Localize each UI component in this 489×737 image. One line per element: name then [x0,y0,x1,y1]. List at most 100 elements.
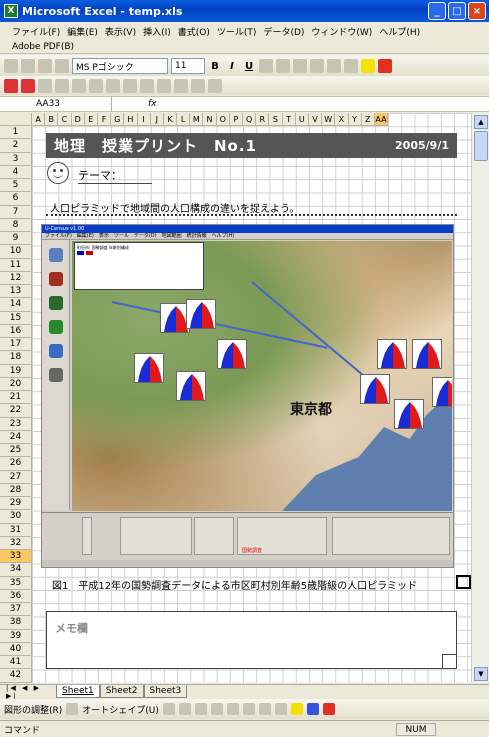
row-header[interactable]: 15 [0,311,32,325]
row-header[interactable]: 12 [0,271,32,285]
tab-nav-arrows[interactable]: |◀ ◀ ▶ ▶| [0,684,56,700]
row-header[interactable]: 7 [0,205,32,219]
italic-button[interactable]: I [225,61,239,72]
row-header[interactable]: 32 [0,536,32,550]
sort-icon[interactable] [157,78,171,93]
new-icon[interactable] [4,59,18,73]
redo-icon[interactable] [140,78,154,93]
save-icon[interactable] [38,59,52,73]
active-cell[interactable] [456,575,471,589]
row-header[interactable]: 42 [0,669,32,683]
menu-help[interactable]: ヘルプ(H) [379,25,420,38]
column-header[interactable]: S [269,113,283,126]
column-header[interactable]: J [150,113,164,126]
menu-view[interactable]: 表示(V) [105,25,136,38]
row-header[interactable]: 6 [0,192,32,206]
zoom-icon[interactable] [208,78,222,93]
row-header[interactable]: 23 [0,417,32,431]
row-header[interactable]: 24 [0,430,32,444]
autoshape-menu[interactable]: オートシェイプ(U) [82,703,159,716]
row-header[interactable]: 26 [0,457,32,471]
row-header[interactable]: 17 [0,338,32,352]
maximize-button[interactable]: □ [448,2,466,20]
fill-color-icon[interactable] [361,59,375,73]
column-header[interactable]: B [45,113,59,126]
font-name-select[interactable]: MS Pゴシック [72,58,168,74]
row-header[interactable]: 39 [0,629,32,643]
align-left-icon[interactable] [259,59,273,73]
row-header[interactable]: 18 [0,351,32,365]
preview-icon[interactable] [55,78,69,93]
column-header[interactable]: I [137,113,151,126]
column-header[interactable]: A [32,113,46,126]
bold-button[interactable]: B [208,61,222,72]
row-header[interactable]: 40 [0,642,32,656]
row-header[interactable]: 20 [0,377,32,391]
minimize-button[interactable]: _ [428,2,446,20]
undo-icon[interactable] [123,78,137,93]
row-header[interactable]: 31 [0,523,32,537]
column-header[interactable]: H [124,113,138,126]
row-header[interactable]: 19 [0,364,32,378]
align-center-icon[interactable] [276,59,290,73]
embedded-screenshot[interactable]: U-Census v1.00 ファイル(F) 編集(E) 表示 ツール データ(… [41,224,454,568]
row-header[interactable]: 25 [0,444,32,458]
row-header[interactable]: 36 [0,589,32,603]
row-header[interactable]: 4 [0,165,32,179]
column-header[interactable]: G [111,113,125,126]
line-color-icon[interactable] [306,703,319,715]
oval-icon[interactable] [210,703,223,715]
name-box[interactable]: AA33 [0,96,112,112]
column-header[interactable]: M [190,113,204,126]
scroll-down-icon[interactable]: ▼ [474,667,488,681]
pdf-icon[interactable] [4,78,18,93]
clipart-icon[interactable] [258,703,271,715]
column-header[interactable]: U [295,113,309,126]
column-header[interactable]: Y [348,113,362,126]
row-header[interactable]: 10 [0,245,32,259]
row-header[interactable]: 30 [0,510,32,524]
row-header[interactable]: 16 [0,324,32,338]
pdf-mail-icon[interactable] [21,78,35,93]
row-header[interactable]: 2 [0,139,32,153]
column-header[interactable]: Q [243,113,257,126]
row-header[interactable]: 27 [0,470,32,484]
column-header[interactable]: R [256,113,270,126]
vertical-scrollbar[interactable]: ▲ ▼ [471,113,489,683]
borders-icon[interactable] [344,59,358,73]
menu-tools[interactable]: ツール(T) [217,25,257,38]
rectangle-icon[interactable] [194,703,207,715]
row-header[interactable]: 13 [0,285,32,299]
column-header[interactable]: D [71,113,85,126]
scroll-thumb[interactable] [474,131,488,161]
row-header[interactable]: 9 [0,232,32,246]
cut-icon[interactable] [72,78,86,93]
align-right-icon[interactable] [293,59,307,73]
copy-icon[interactable] [89,78,103,93]
row-header[interactable]: 28 [0,483,32,497]
row-header[interactable]: 3 [0,152,32,166]
row-header[interactable]: 37 [0,603,32,617]
menu-insert[interactable]: 挿入(I) [143,25,171,38]
row-header[interactable]: 1 [0,126,32,140]
tab-sheet3[interactable]: Sheet3 [143,685,188,698]
column-header[interactable]: O [216,113,230,126]
column-header[interactable]: F [97,113,112,126]
row-header[interactable]: 22 [0,404,32,418]
draw-menu[interactable]: 図形の調整(R) [4,703,62,716]
merge-center-icon[interactable] [310,59,324,73]
column-header[interactable]: E [84,113,98,126]
menu-window[interactable]: ウィンドウ(W) [311,25,372,38]
column-header[interactable]: P [229,113,243,126]
wordart-icon[interactable] [242,703,255,715]
tab-sheet1[interactable]: Sheet1 [56,685,100,698]
column-header[interactable]: V [308,113,323,126]
print-icon[interactable] [38,78,52,93]
row-header[interactable]: 29 [0,497,32,511]
open-icon[interactable] [21,59,35,73]
close-button[interactable]: × [468,2,486,20]
row-header[interactable]: 5 [0,179,32,193]
menu-format[interactable]: 書式(O) [178,25,210,38]
column-header[interactable]: K [163,113,178,126]
column-header[interactable]: X [335,113,349,126]
